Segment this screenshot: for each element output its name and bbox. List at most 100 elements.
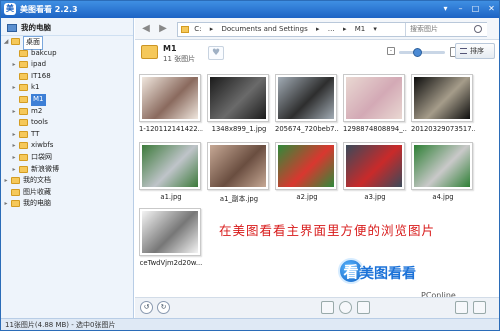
sidebar-item-label: 我的文档	[23, 176, 51, 185]
thumbnail[interactable]: a3.jpg	[343, 142, 407, 201]
sort-button[interactable]: 排序	[455, 43, 495, 59]
thumbnail-caption: a1_副本.jpg	[219, 195, 259, 203]
breadcrumb-separator[interactable]: ▸	[313, 23, 323, 36]
expand-arrow-icon[interactable]: ▸	[11, 82, 17, 94]
thumbnail-frame[interactable]	[343, 74, 405, 122]
sidebar-item-label: k1	[31, 83, 40, 92]
window-title: 美图看看 2.2.3	[20, 5, 78, 14]
thumbnail[interactable]: 1298874808894_...	[343, 74, 407, 133]
thumbnail-frame[interactable]	[207, 74, 269, 122]
expand-arrow-icon[interactable]: ▸	[3, 175, 9, 187]
thumbnail-frame[interactable]	[139, 74, 201, 122]
skin-menu-button[interactable]: ▾	[439, 2, 452, 15]
sidebar-item-label: tools	[31, 118, 48, 127]
thumbnail-frame[interactable]	[139, 142, 201, 190]
breadcrumb-ellipsis[interactable]: …	[325, 23, 338, 36]
sidebar-item[interactable]: ▸ k1	[1, 82, 133, 94]
view-eye-icon[interactable]	[339, 301, 352, 314]
thumbnail-caption: 1298874808894_...	[343, 125, 407, 133]
grid-view-icon[interactable]	[473, 301, 486, 314]
thumbnail-image	[142, 211, 198, 253]
thumbnail-image	[278, 77, 334, 119]
sidebar-item[interactable]: ▸ 口袋网	[1, 152, 133, 164]
rotate-left-icon[interactable]: ↺	[140, 301, 153, 314]
sidebar-item[interactable]: M1	[1, 93, 133, 106]
thumbnail[interactable]: 20120329073517...	[411, 74, 475, 133]
sidebar-item[interactable]: ▸ xiwbfs	[1, 140, 133, 152]
sidebar-item-label: ipad	[31, 60, 47, 69]
thumbnail[interactable]: 205674_720beb7...	[275, 74, 339, 133]
thumbnail-image	[414, 77, 470, 119]
minimize-button[interactable]: –	[454, 2, 467, 15]
breadcrumb-documents[interactable]: Documents and Settings	[218, 23, 310, 36]
favorite-heart-icon[interactable]: ♥	[208, 46, 224, 60]
computer-icon	[7, 24, 17, 32]
breadcrumb-dropdown-icon[interactable]: ▾	[370, 23, 380, 36]
expand-arrow-icon[interactable]: ▸	[11, 152, 17, 164]
expand-arrow-icon[interactable]: ▸	[11, 106, 17, 118]
thumbnail-frame[interactable]	[139, 208, 201, 256]
thumbnail[interactable]: a2.jpg	[275, 142, 339, 201]
banner-caption: 在美图看看主界面里方便的浏览图片	[219, 223, 436, 238]
sidebar-item-label: IT168	[31, 71, 51, 80]
thumbnail[interactable]: ceTwdVjm2d20w...	[139, 208, 203, 267]
back-arrow-icon[interactable]: ◀	[139, 22, 153, 36]
thumbnail-frame[interactable]	[411, 74, 473, 122]
thumbnail[interactable]: 1348x899_1.jpg	[207, 74, 271, 133]
thumbnail[interactable]: a4.jpg	[411, 142, 475, 201]
sort-icon	[460, 48, 467, 54]
delete-icon[interactable]	[455, 301, 468, 314]
folder-icon	[141, 45, 158, 59]
expand-arrow-icon[interactable]: ▸	[3, 198, 9, 210]
thumbnail-caption: 20120329073517...	[411, 125, 475, 133]
sidebar-item[interactable]: ▸ 我的文档	[1, 175, 133, 187]
sidebar-item-label: TT	[31, 129, 40, 138]
sidebar-item-label: M1	[31, 93, 46, 106]
folder-icon	[11, 38, 20, 45]
sidebar-item[interactable]: ▸ 新浪微博	[1, 164, 133, 176]
expand-arrow-icon[interactable]: ▸	[11, 129, 17, 141]
thumbnail-frame[interactable]	[207, 142, 269, 190]
expand-arrow-icon[interactable]: ▸	[11, 164, 17, 176]
sidebar-item[interactable]: ▸ TT	[1, 129, 133, 141]
thumbnail-image	[278, 145, 334, 187]
folder-sidebar: 我的电脑 ◢ 桌面 bakcup ▸ ipad IT168 ▸ k1 M1 ▸ m2 tools ▸ TT…	[1, 18, 134, 318]
thumbnail-caption: a3.jpg	[364, 193, 386, 201]
expand-arrow-icon[interactable]: ◢	[3, 36, 9, 48]
slideshow-icon[interactable]	[357, 301, 370, 314]
thumbnail-size-slider[interactable]	[399, 48, 445, 57]
forward-arrow-icon[interactable]: ▶	[156, 22, 170, 36]
search-icon[interactable]	[474, 25, 482, 33]
thumbnail[interactable]: a1.jpg	[139, 142, 203, 201]
breadcrumb-current[interactable]: M1	[352, 23, 369, 36]
sidebar-item[interactable]: ▸ ipad	[1, 59, 133, 71]
sidebar-item[interactable]: 图片收藏	[1, 187, 133, 199]
breadcrumb-separator[interactable]: ▸	[207, 23, 217, 36]
sidebar-item[interactable]: ▸ m2	[1, 106, 133, 118]
thumbnail-frame[interactable]	[411, 142, 473, 190]
sidebar-item[interactable]: IT168	[1, 71, 133, 83]
rotate-right-icon[interactable]: ↻	[157, 301, 170, 314]
folder-icon	[19, 72, 28, 80]
breadcrumb-drive[interactable]: C:	[191, 23, 204, 36]
breadcrumb-separator[interactable]: ▸	[340, 23, 350, 36]
sidebar-item-label: 口袋网	[31, 152, 52, 161]
image-tool-icon[interactable]	[321, 301, 334, 314]
sidebar-item[interactable]: ◢ 桌面	[1, 36, 133, 50]
address-breadcrumb[interactable]: C: ▸ Documents and Settings ▸ … ▸ M1 ▾	[177, 22, 487, 37]
thumbnail-frame[interactable]	[275, 142, 337, 190]
expand-arrow-icon[interactable]: ▸	[11, 59, 17, 71]
thumbnail[interactable]: 1-120112141422...	[139, 74, 203, 133]
thumbnail-frame[interactable]	[275, 74, 337, 122]
expand-arrow-icon[interactable]: ▸	[11, 140, 17, 152]
maximize-button[interactable]: □	[469, 2, 482, 15]
zoom-out-icon[interactable]: -	[387, 47, 395, 55]
close-button[interactable]: ✕	[485, 2, 498, 15]
thumbnail-frame[interactable]	[343, 142, 405, 190]
thumbnail[interactable]: a1_副本.jpg	[207, 142, 271, 203]
sidebar-item[interactable]: bakcup	[1, 48, 133, 60]
sidebar-item[interactable]: ▸ 我的电脑	[1, 198, 133, 210]
sidebar-item[interactable]: tools	[1, 117, 133, 129]
folder-icon	[19, 119, 28, 127]
slider-knob[interactable]	[413, 48, 422, 57]
